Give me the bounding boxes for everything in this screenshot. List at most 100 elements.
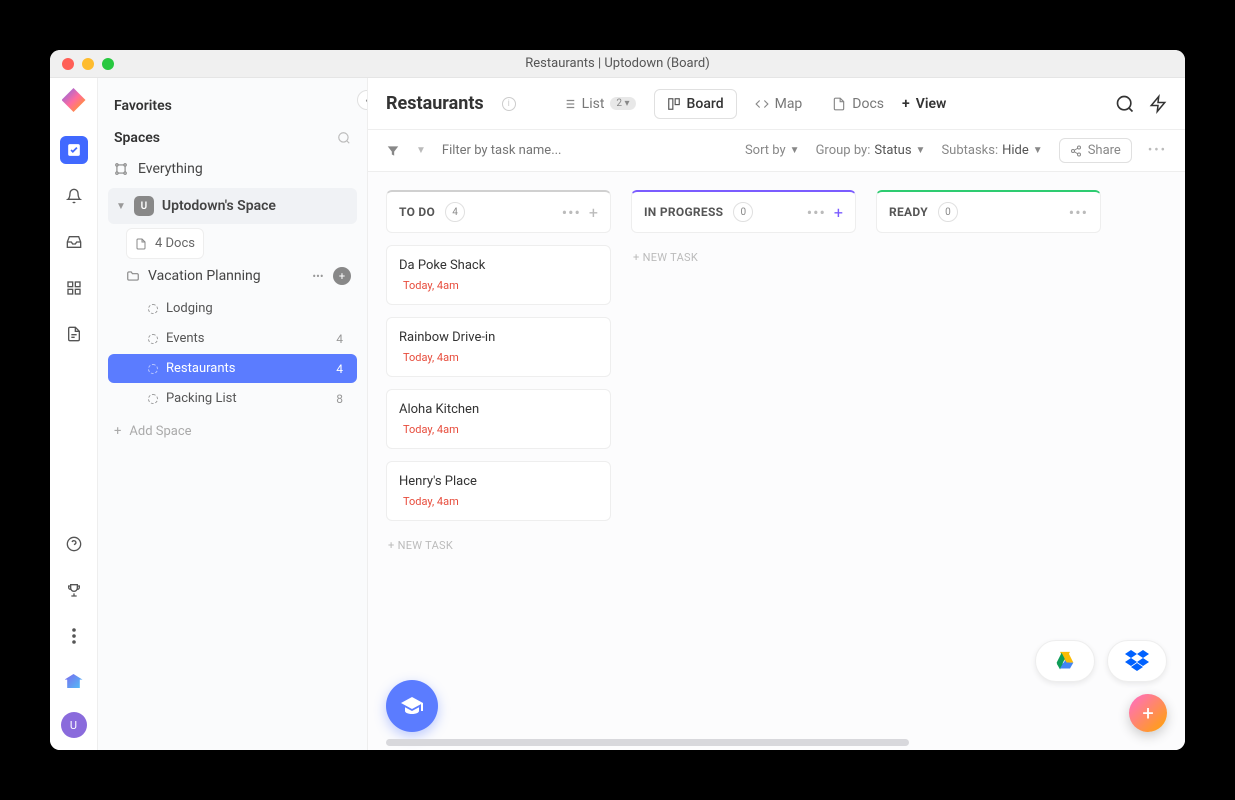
rail-docs[interactable]	[60, 320, 88, 348]
list-item[interactable]: Restaurants 4	[108, 354, 357, 383]
filter-icon[interactable]	[386, 144, 400, 158]
rail-notifications[interactable]	[60, 182, 88, 210]
list-icon	[562, 97, 576, 111]
list-count: 8	[336, 392, 351, 406]
list-item[interactable]: Events 4	[108, 324, 357, 353]
column-more-button[interactable]: •••	[562, 203, 581, 222]
view-tabs: List 2 ▾ Board Map Docs	[550, 89, 947, 119]
folder-more-button[interactable]: •••	[309, 267, 327, 285]
close-window-button[interactable]	[62, 58, 74, 70]
column-count: 4	[445, 202, 465, 222]
task-title: Aloha Kitchen	[399, 402, 598, 417]
space-item[interactable]: ▼ U Uptodown's Space	[108, 188, 357, 224]
toolbar: ▼ Sort by▼ Group by: Status▼ Subtasks: H…	[368, 130, 1185, 172]
share-icon	[1070, 145, 1082, 157]
page-title: Restaurants	[386, 93, 484, 114]
rail-help[interactable]	[60, 530, 88, 558]
workspace-switcher[interactable]	[61, 668, 87, 694]
sort-by-dropdown[interactable]: Sort by▼	[745, 143, 800, 158]
tab-docs[interactable]: Docs	[820, 89, 896, 119]
rail-trophy[interactable]	[60, 576, 88, 604]
list-count: 4	[336, 362, 351, 376]
minimize-window-button[interactable]	[82, 58, 94, 70]
task-card[interactable]: Henry's Place Today, 4am	[386, 461, 611, 521]
task-card[interactable]: Da Poke Shack Today, 4am	[386, 245, 611, 305]
rail-inbox[interactable]	[60, 228, 88, 256]
column-count: 0	[733, 202, 753, 222]
search-icon[interactable]	[337, 131, 351, 145]
new-task-button[interactable]: + NEW TASK	[386, 533, 611, 558]
column-header: IN PROGRESS 0 ••• +	[631, 190, 856, 233]
board-column: TO DO 4 ••• + Da Poke Shack Today, 4am R…	[386, 190, 611, 732]
more-vert-icon	[72, 628, 76, 644]
add-space-button[interactable]: + Add Space	[108, 414, 357, 449]
automation-button[interactable]	[1149, 94, 1167, 114]
everything-icon	[114, 162, 130, 176]
app-logo[interactable]	[62, 88, 86, 112]
new-task-button[interactable]: + NEW TASK	[631, 245, 856, 270]
list-item[interactable]: Lodging	[108, 294, 357, 323]
workspace-icon	[65, 674, 83, 688]
help-fab-button[interactable]	[386, 680, 438, 732]
list-name: Restaurants	[166, 361, 235, 376]
board-icon	[667, 97, 681, 111]
task-card[interactable]: Rainbow Drive-in Today, 4am	[386, 317, 611, 377]
rail-more[interactable]	[60, 622, 88, 650]
list-status-icon	[148, 364, 158, 374]
space-name: Uptodown's Space	[162, 198, 276, 214]
subtasks-dropdown[interactable]: Subtasks: Hide▼	[941, 143, 1042, 158]
column-more-button[interactable]: •••	[1069, 203, 1088, 222]
folder-name: Vacation Planning	[148, 268, 261, 284]
rail-tasks[interactable]	[60, 136, 88, 164]
task-date: Today, 4am	[399, 423, 598, 436]
chevron-down-icon: ▼	[116, 201, 126, 212]
doc-icon	[135, 238, 147, 250]
folder-add-button[interactable]: +	[333, 267, 351, 285]
graduation-cap-icon	[400, 694, 424, 718]
task-title: Da Poke Shack	[399, 258, 598, 273]
horizontal-scrollbar[interactable]	[386, 739, 909, 746]
tab-map[interactable]: Map	[743, 89, 815, 119]
grid-icon	[66, 280, 82, 296]
maximize-window-button[interactable]	[102, 58, 114, 70]
filter-input[interactable]	[442, 143, 642, 158]
search-button[interactable]	[1115, 94, 1135, 114]
check-icon	[67, 143, 81, 157]
tab-list[interactable]: List 2 ▾	[550, 89, 648, 119]
column-title: READY	[889, 205, 928, 219]
column-more-button[interactable]: •••	[807, 203, 826, 222]
info-icon[interactable]: i	[502, 97, 516, 111]
google-drive-button[interactable]	[1035, 640, 1095, 682]
rail-dashboard[interactable]	[60, 274, 88, 302]
everything-item[interactable]: Everything	[108, 154, 357, 184]
doc-icon	[66, 326, 82, 342]
favorites-section[interactable]: Favorites	[108, 90, 357, 122]
main-content: Restaurants i List 2 ▾ Board Map	[368, 78, 1185, 750]
docs-item[interactable]: 4 Docs	[126, 228, 204, 259]
spaces-section[interactable]: Spaces	[108, 122, 357, 154]
tab-board[interactable]: Board	[654, 89, 737, 119]
column-header: READY 0 •••	[876, 190, 1101, 233]
dropbox-button[interactable]	[1107, 640, 1167, 682]
add-task-fab-button[interactable]: +	[1129, 694, 1167, 732]
chevron-down-icon[interactable]: ▼	[416, 145, 426, 156]
collapse-sidebar-button[interactable]: ‹	[357, 90, 368, 110]
add-view-button[interactable]: + View	[902, 89, 946, 119]
group-by-dropdown[interactable]: Group by: Status▼	[816, 143, 926, 158]
column-add-button[interactable]: +	[589, 203, 598, 222]
list-status-icon	[148, 304, 158, 314]
column-add-button[interactable]: +	[834, 203, 843, 222]
task-card[interactable]: Aloha Kitchen Today, 4am	[386, 389, 611, 449]
user-avatar[interactable]: U	[61, 712, 87, 738]
task-title: Henry's Place	[399, 474, 598, 489]
app-body: U ‹ Favorites Spaces Everything ▼ U Upt	[50, 78, 1185, 750]
share-button[interactable]: Share	[1059, 138, 1132, 163]
column-count: 0	[938, 202, 958, 222]
more-button[interactable]: •••	[1148, 143, 1167, 158]
titlebar: Restaurants | Uptodown (Board)	[50, 50, 1185, 78]
list-count: 4	[336, 332, 351, 346]
folder-item[interactable]: Vacation Planning ••• +	[108, 259, 357, 293]
list-item[interactable]: Packing List 8	[108, 384, 357, 413]
list-status-icon	[148, 334, 158, 344]
task-date: Today, 4am	[399, 279, 598, 292]
